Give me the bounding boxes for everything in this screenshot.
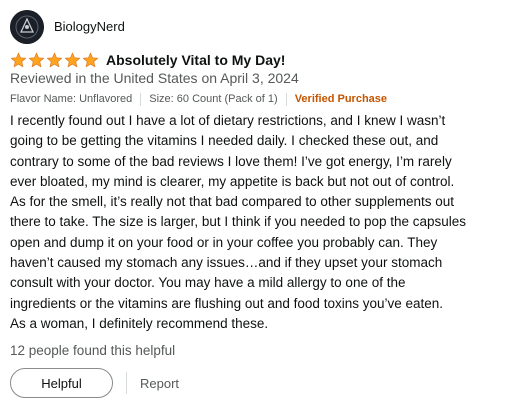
star-icon — [28, 52, 45, 68]
reviewer-name[interactable]: BiologyNerd — [54, 19, 125, 35]
customer-review: BiologyNerd Absolutely Vital to My Day! … — [0, 0, 520, 410]
review-body: I recently found out I have a lot of die… — [10, 111, 510, 334]
review-body-line: contrary to some of the bad reviews I lo… — [10, 153, 452, 169]
review-body-line: there to take. The size is larger, but I… — [10, 214, 467, 230]
helpful-count: 12 people found this helpful — [10, 343, 176, 358]
verified-purchase-badge[interactable]: Verified Purchase — [295, 92, 387, 106]
meta-separator — [285, 92, 287, 106]
reviewer-avatar-icon[interactable] — [10, 10, 44, 44]
review-title-row: Absolutely Vital to My Day! — [10, 50, 285, 70]
review-title[interactable]: Absolutely Vital to My Day! — [106, 51, 285, 69]
size-name: Size: 60 Count (Pack of 1) — [149, 93, 278, 105]
star-icon — [10, 52, 27, 68]
review-format-strip: Flavor Name: Unflavored Size: 60 Count (… — [10, 92, 387, 106]
review-body-line: As for the smell, it’s really not that b… — [10, 194, 454, 210]
action-divider — [126, 372, 127, 394]
review-body-line: consult with your doctor. You may have a… — [10, 275, 406, 291]
review-body-line: ever bloated, my mind is clearer, my app… — [10, 173, 455, 189]
review-body-line: As a woman, I definitely recommend these… — [10, 315, 269, 331]
star-icon — [82, 52, 99, 68]
review-date: Reviewed in the United States on April 3… — [10, 70, 299, 86]
review-body-line: going to be getting the vitamins I neede… — [10, 133, 439, 149]
review-body-line: I recently found out I have a lot of die… — [10, 113, 446, 128]
review-body-line: open and dump it on your food or in your… — [10, 234, 438, 250]
meta-separator — [140, 92, 142, 106]
review-actions: Helpful Report — [10, 368, 179, 398]
star-icon — [64, 52, 81, 68]
flavor-name: Flavor Name: Unflavored — [10, 93, 133, 105]
helpful-button[interactable]: Helpful — [10, 368, 113, 398]
report-link[interactable]: Report — [140, 376, 179, 391]
review-body-line: haven’t caused my stomach any issues…and… — [10, 255, 443, 271]
review-body-line: ingredients or the vitamins are flushing… — [10, 295, 444, 311]
star-icon — [46, 52, 63, 68]
reviewer-profile[interactable]: BiologyNerd — [10, 10, 125, 44]
star-rating[interactable] — [10, 52, 99, 68]
